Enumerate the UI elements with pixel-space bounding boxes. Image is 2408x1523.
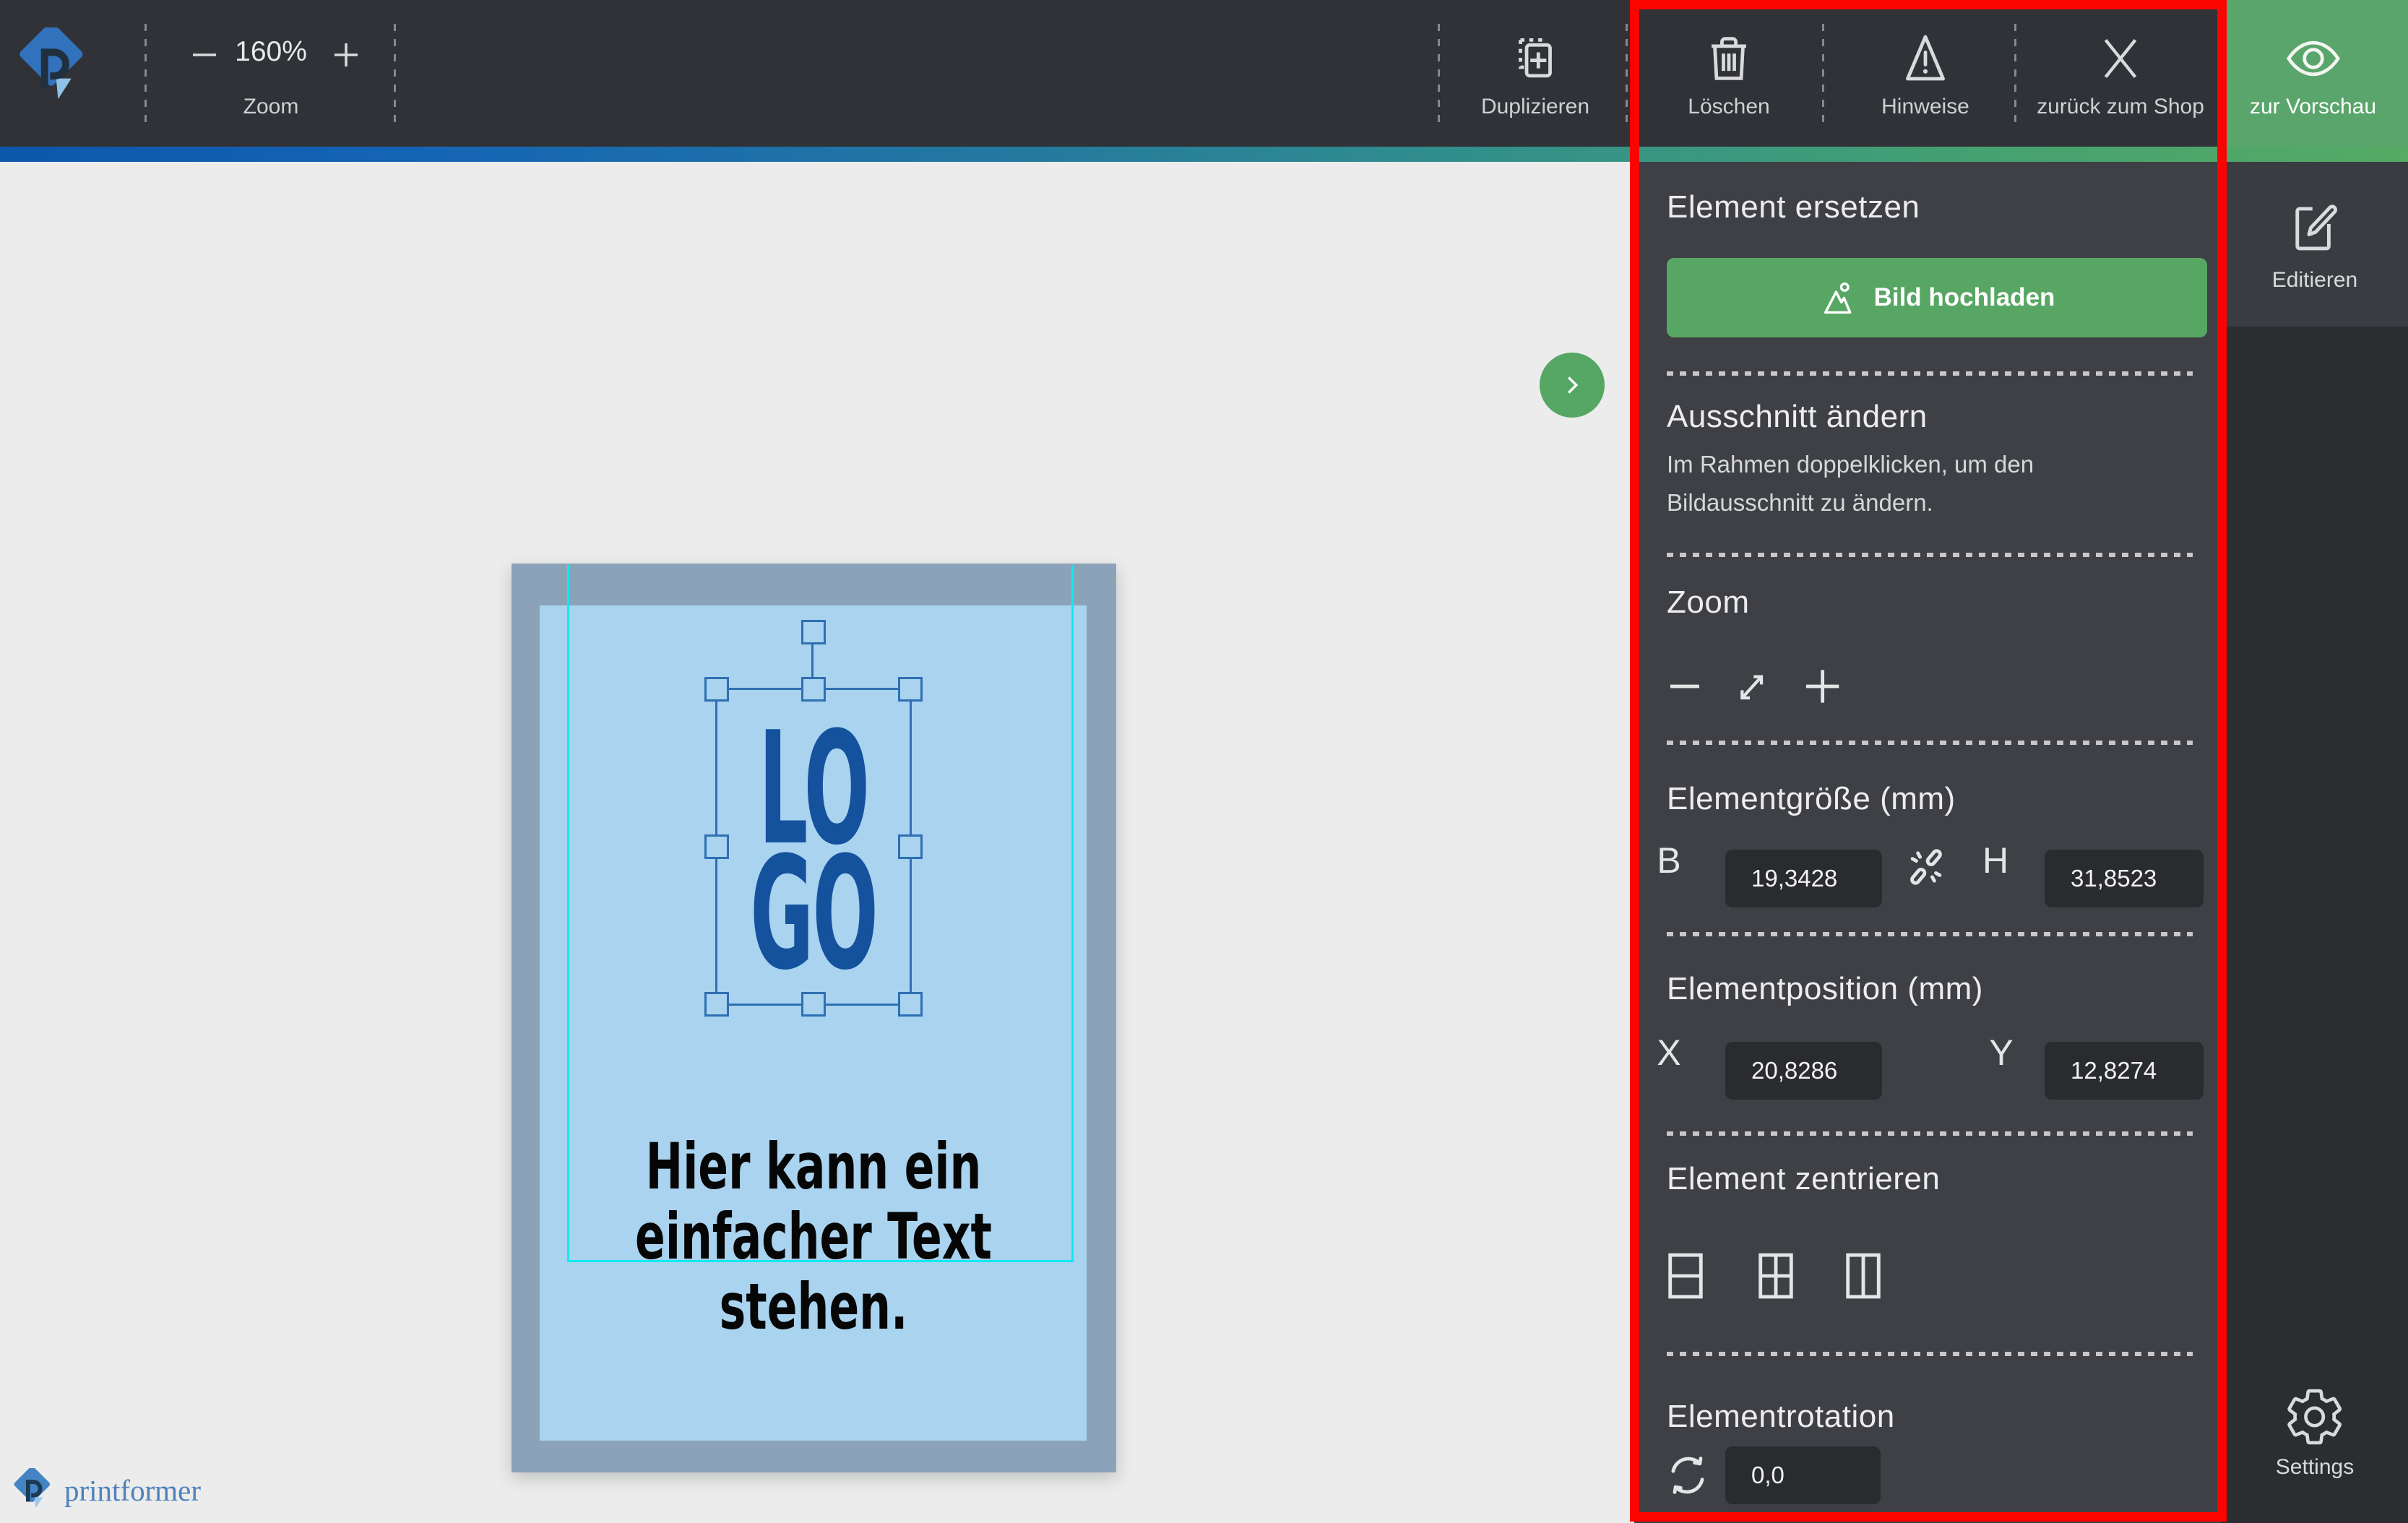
back-to-shop-label: zurück zum Shop [2037,95,2204,119]
element-zoom-out-button[interactable] [1665,666,1711,709]
zoom-level-value: 160% [230,36,312,68]
change-crop-description: Im Rahmen doppelklicken, um den Bildauss… [1667,445,2034,522]
center-element-heading: Element zentrieren [1667,1161,1940,1197]
edit-icon [2287,194,2343,258]
settings-label: Settings [2222,1455,2408,1480]
toolbar-divider [2014,24,2016,124]
width-input[interactable] [1725,850,1882,907]
sample-text-line: stehen. [586,1272,1041,1342]
upload-image-label: Bild hochladen [1874,283,2055,312]
section-divider [1667,1352,2193,1356]
width-field-label: B [1653,840,1685,881]
toolbar-divider [1822,24,1824,124]
close-icon [2091,29,2150,92]
unlink-aspect-ratio-button[interactable] [1900,841,1952,895]
zoom-in-button[interactable] [324,40,359,69]
warning-icon [1896,29,1955,92]
delete-button[interactable]: Löschen [1647,0,1811,147]
toolbar-divider [144,24,147,124]
element-properties-panel: Element ersetzen Bild hochladen Ausschni… [1634,162,2222,1523]
center-horizontally-button[interactable] [1834,1248,1892,1306]
chevron-right-icon [1555,368,1589,402]
resize-handle-top-right[interactable] [898,677,923,702]
y-field-label: Y [1985,1032,2017,1074]
hints-label: Hinweise [1881,95,1969,119]
section-divider [1667,1131,2193,1136]
duplicate-icon [1506,29,1565,92]
gear-icon [2284,1386,2346,1451]
printformer-logo-icon[interactable] [19,27,85,122]
element-rotation-heading: Elementrotation [1667,1399,1895,1435]
rotation-input[interactable] [1725,1446,1881,1504]
trash-icon [1699,29,1758,92]
zoom-label: Zoom [230,95,312,119]
resize-handle-mid-right[interactable] [898,834,923,859]
printformer-footer-logo-icon [12,1468,54,1513]
settings-tab[interactable]: Settings [2222,1383,2408,1523]
preview-button[interactable]: zur Vorschau [2218,0,2408,147]
sample-text-line: einfacher Text [586,1201,1041,1272]
footer-brand-name: printformer [64,1473,201,1508]
top-toolbar: 160% Zoom Duplizieren [0,0,2408,147]
duplicate-button[interactable]: Duplizieren [1452,0,1618,147]
upload-image-button[interactable]: Bild hochladen [1667,258,2207,337]
section-divider [1667,371,2193,376]
resize-handle-top-left[interactable] [704,677,729,702]
duplicate-label: Duplizieren [1481,95,1589,119]
rotation-icon [1662,1448,1714,1506]
x-field-label: X [1653,1032,1685,1074]
element-zoom-fit-button[interactable] [1730,666,1776,709]
edit-mode-tab[interactable]: Editieren [2222,162,2408,327]
section-divider [1667,741,2193,745]
eye-icon [2281,29,2346,92]
resize-handle-mid-left[interactable] [704,834,729,859]
sample-text-line: Hier kann ein [586,1131,1041,1201]
resize-handle-bottom-center[interactable] [801,992,826,1017]
hints-button[interactable]: Hinweise [1844,0,2007,147]
height-input[interactable] [2045,850,2204,907]
change-crop-heading: Ausschnitt ändern [1667,399,1928,435]
mode-sidebar: Editieren Settings [2222,162,2408,1523]
toolbar-divider [394,24,396,124]
back-to-shop-button[interactable]: zurück zum Shop [2023,0,2218,147]
preview-label: zur Vorschau [2250,95,2376,119]
height-field-label: H [1980,840,2011,881]
collapse-panel-button[interactable] [1540,353,1605,418]
brand-gradient-bar [0,147,2408,162]
sample-text-element[interactable]: Hier kann ein einfacher Text stehen. [586,1131,1041,1342]
resize-handle-bottom-left[interactable] [704,992,729,1017]
image-upload-icon [1819,280,1860,316]
toolbar-divider [1438,24,1440,124]
center-both-button[interactable] [1747,1248,1805,1306]
element-zoom-in-button[interactable] [1800,666,1847,709]
section-divider [1667,932,2193,936]
rotation-handle[interactable] [801,620,826,644]
resize-handle-top-center[interactable] [801,677,826,702]
edit-mode-label: Editieren [2222,268,2408,293]
x-position-input[interactable] [1725,1042,1882,1100]
y-position-input[interactable] [2045,1042,2204,1100]
resize-handle-bottom-right[interactable] [898,992,923,1017]
printformer-logo-icon [19,27,85,118]
center-vertically-button[interactable] [1657,1248,1714,1306]
element-position-heading: Elementposition (mm) [1667,971,1983,1007]
toolbar-divider [1626,24,1628,124]
replace-element-heading: Element ersetzen [1667,189,1920,225]
printformer-editor: 160% Zoom Duplizieren [0,0,2408,1523]
delete-label: Löschen [1688,95,1769,119]
zoom-out-button[interactable] [183,40,217,69]
footer-brand[interactable]: printformer [12,1467,201,1514]
zoom-section-heading: Zoom [1667,584,1749,621]
element-size-heading: Elementgröße (mm) [1667,781,1956,817]
section-divider [1667,553,2193,557]
selection-bounding-box [715,688,912,1006]
